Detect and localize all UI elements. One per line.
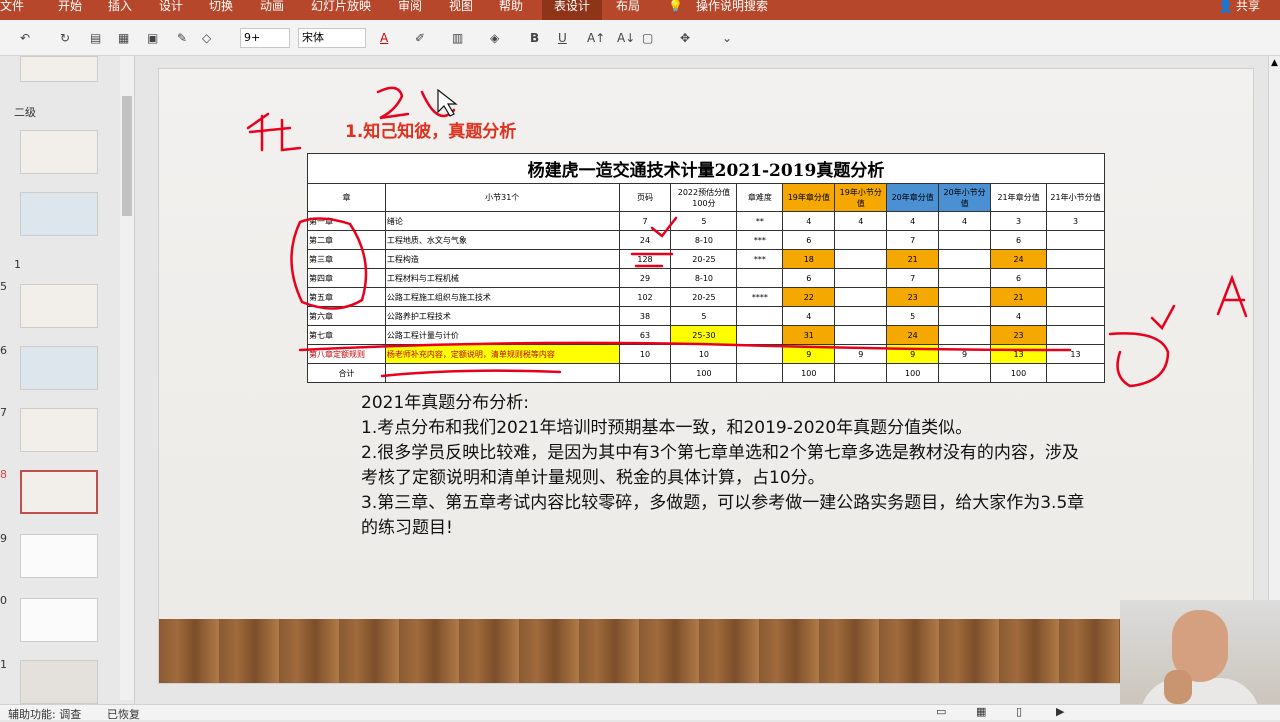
pen-annotations (246, 86, 1248, 388)
ink-stroke (1150, 274, 1248, 331)
reading-view-icon[interactable]: ▯ (1016, 705, 1022, 718)
ink-stroke (290, 217, 368, 310)
scroll-up-icon[interactable]: ▲ (1271, 58, 1278, 68)
ink-stroke (298, 341, 1072, 352)
ink-stroke (630, 216, 678, 268)
ink-stroke (1108, 332, 1170, 388)
status-bar: 辅助功能: 调查 已恢复 ▭ ▦ ▯ ▶ (0, 704, 1280, 721)
ink-stroke (246, 112, 302, 152)
ink-stroke (380, 369, 562, 378)
cursor-icon (437, 88, 458, 117)
ink-stroke (376, 86, 410, 120)
slideshow-view-icon[interactable]: ▶ (1056, 705, 1064, 718)
webcam-overlay (1120, 600, 1280, 720)
normal-view-icon[interactable]: ▭ (936, 705, 946, 718)
sorter-view-icon[interactable]: ▦ (976, 705, 986, 718)
presenter-hand (1164, 670, 1192, 704)
